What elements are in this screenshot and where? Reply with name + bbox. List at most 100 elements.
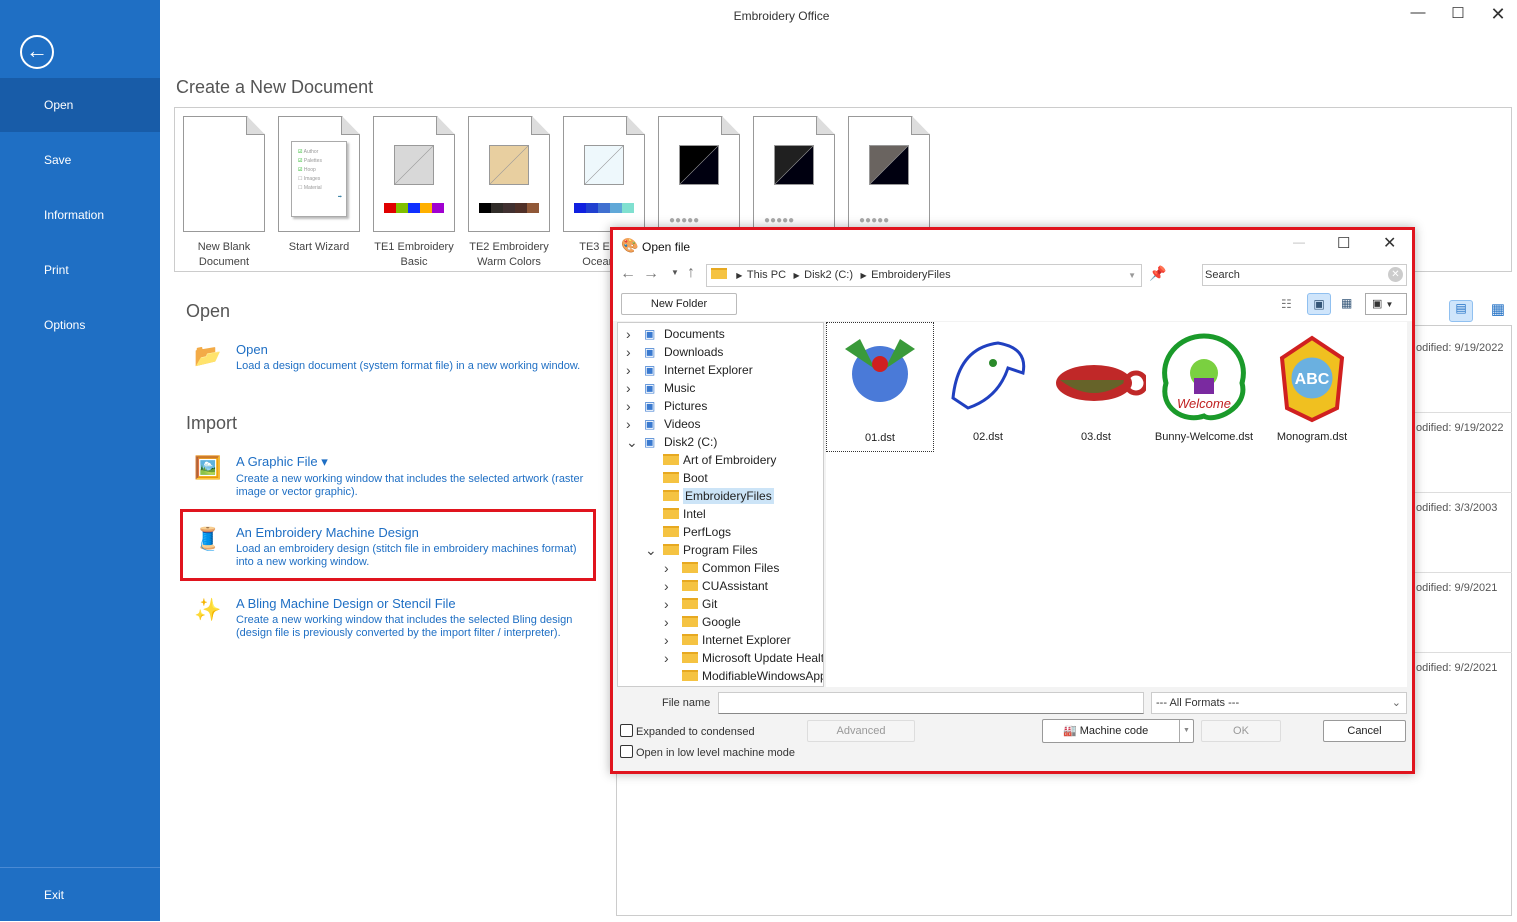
tree-item[interactable]: › Google [664,613,741,631]
view-options-dropdown[interactable]: ▣ ▼ [1365,293,1407,315]
machine-code-button[interactable]: 🏭 Machine code ▼ [1042,719,1194,743]
back-icon[interactable]: ← [620,265,636,283]
open-document-item[interactable]: 📂 Open Load a design document (system fo… [194,342,594,373]
file-item[interactable]: Welcome Bunny-Welcome.dst [1150,322,1258,452]
window-title: Embroidery Office [733,9,830,23]
tree-item[interactable]: Boot [663,469,708,487]
low-level-mode-checkbox[interactable]: Open in low level machine mode [620,745,795,759]
expand-icon[interactable]: › [664,631,669,649]
tree-item-label: PerfLogs [683,525,732,539]
tree-item[interactable]: ⌄ ▣ Disk2 (C:) [626,433,717,451]
list-view-icon[interactable]: ▤ [1449,300,1473,322]
tiles-view-icon[interactable]: ▦ [1341,296,1352,310]
import-item[interactable]: ✨ A Bling Machine Design or Stencil File C… [194,596,584,640]
tree-item[interactable]: › ▣ Downloads [626,343,723,361]
sidebar-item-save[interactable]: Save [0,133,160,187]
details-view-icon[interactable]: ☷ [1281,297,1292,311]
grid-view-icon[interactable]: ▦ [1487,300,1509,322]
chevron-down-icon[interactable]: ▼ [1128,265,1136,286]
sidebar-item-print[interactable]: Print [0,243,160,297]
document-icon: ●●●●● [848,116,930,232]
clear-search-icon[interactable]: ✕ [1388,267,1403,282]
expand-icon[interactable]: › [626,361,631,379]
expanded-to-condensed-checkbox[interactable]: Expanded to condensed [620,724,755,738]
up-icon[interactable]: ↑ [687,264,695,282]
pin-icon[interactable]: 📌 [1149,265,1166,282]
import-item[interactable]: 🖼️ A Graphic File ▾ Create a new working w… [194,454,584,499]
expand-icon[interactable]: ⌄ [645,541,657,559]
template-item[interactable]: ☑ Author ☑ Palettes ☑ Hoop ☐ Images ☐ Materi… [278,116,360,255]
template-item[interactable]: ●●●●● [848,116,930,240]
dialog-close-button[interactable]: ✕ [1383,233,1396,253]
tree-item[interactable]: ModifiableWindowsApps [682,667,823,685]
file-item[interactable]: ABC Monogram.dst [1258,322,1366,452]
template-item[interactable]: New Blank Document [183,116,265,270]
tree-item-label: Git [702,597,718,611]
sidebar-item-options[interactable]: Options [0,298,160,352]
file-item[interactable]: 03.dst [1042,322,1150,452]
tree-item[interactable]: › CUAssistant [664,577,769,595]
checkbox-label: Expanded to condensed [636,726,755,738]
tree-item[interactable]: › Git [664,595,718,613]
tree-item[interactable]: › Internet Explorer [664,631,791,649]
file-name-input[interactable] [718,692,1144,714]
dialog-maximize-button[interactable]: ☐ [1337,234,1350,252]
minimize-button[interactable]: — [1403,4,1433,26]
expand-icon[interactable]: › [664,649,669,667]
dialog-minimize-button[interactable]: — [1293,235,1305,249]
large-icons-view-icon[interactable]: ▣ [1307,293,1331,315]
machine-icon: 🏭 [1063,725,1077,737]
location-icon: ▣ [644,435,656,449]
expand-icon[interactable]: › [664,595,669,613]
template-item[interactable]: TE2 Embroidery Warm Colors [468,116,550,270]
tree-item[interactable]: Art of Embroidery [663,451,776,469]
file-item[interactable]: 02.dst [934,322,1042,452]
expand-icon[interactable]: › [626,325,631,343]
address-bar[interactable]: ▶ This PC ▶ Disk2 (C:) ▶ EmbroideryFiles… [706,264,1142,287]
expand-icon[interactable]: › [664,613,669,631]
tree-item[interactable]: › ▣ Documents [626,325,725,343]
advanced-button[interactable]: Advanced [807,720,915,742]
format-select[interactable]: --- All Formats --- ⌄ [1151,692,1407,714]
sidebar-item-open[interactable]: Open [0,78,160,132]
tree-item[interactable]: › ▣ Music [626,379,695,397]
breadcrumb-disk2[interactable]: Disk2 (C:) [804,269,853,281]
machine-code-dropdown[interactable]: ▼ [1179,720,1193,742]
expand-icon[interactable]: › [664,577,669,595]
expand-icon[interactable]: › [664,559,669,577]
tree-item[interactable]: Intel [663,505,706,523]
file-item[interactable]: 01.dst [826,322,934,452]
tree-item[interactable]: › Common Files [664,559,779,577]
sidebar-item-information[interactable]: Information [0,188,160,242]
ok-button[interactable]: OK [1201,720,1281,742]
expand-icon[interactable]: › [626,415,631,433]
maximize-button[interactable]: ☐ [1443,4,1473,26]
location-icon: ▣ [644,363,656,377]
breadcrumb-this-pc[interactable]: This PC [747,269,786,281]
template-item[interactable]: ●●●●● [658,116,740,240]
new-folder-button[interactable]: New Folder [621,293,737,315]
tree-item[interactable]: › ▣ Videos [626,415,700,433]
sidebar-item-exit[interactable]: Exit [0,867,160,921]
template-item[interactable]: TE1 Embroidery Basic [373,116,455,270]
back-arrow-icon[interactable]: ← [20,35,54,69]
tree-item[interactable]: › ▣ Internet Explorer [626,361,753,379]
search-input[interactable]: Search ✕ [1202,264,1407,286]
expand-icon[interactable]: ⌄ [626,433,638,451]
tree-item[interactable]: ⌄ Program Files [645,541,758,559]
tree-item[interactable]: › ▣ Pictures [626,397,707,415]
expand-icon[interactable]: › [626,397,631,415]
cancel-button[interactable]: Cancel [1323,720,1406,742]
tree-item[interactable]: › Microsoft Update Health [664,649,823,667]
tree-item-label: CUAssistant [702,579,769,593]
forward-icon[interactable]: → [643,265,659,283]
close-button[interactable]: ✕ [1483,4,1513,26]
tree-item[interactable]: PerfLogs [663,523,731,541]
expand-icon[interactable]: › [626,343,631,361]
history-dropdown-icon[interactable]: ▼ [671,268,679,277]
tree-item[interactable]: EmbroideryFiles [663,487,774,505]
tree-item-label: Internet Explorer [664,363,753,377]
expand-icon[interactable]: › [626,379,631,397]
breadcrumb-embroideryfiles[interactable]: EmbroideryFiles [871,269,950,281]
template-item[interactable]: ●●●●● [753,116,835,240]
